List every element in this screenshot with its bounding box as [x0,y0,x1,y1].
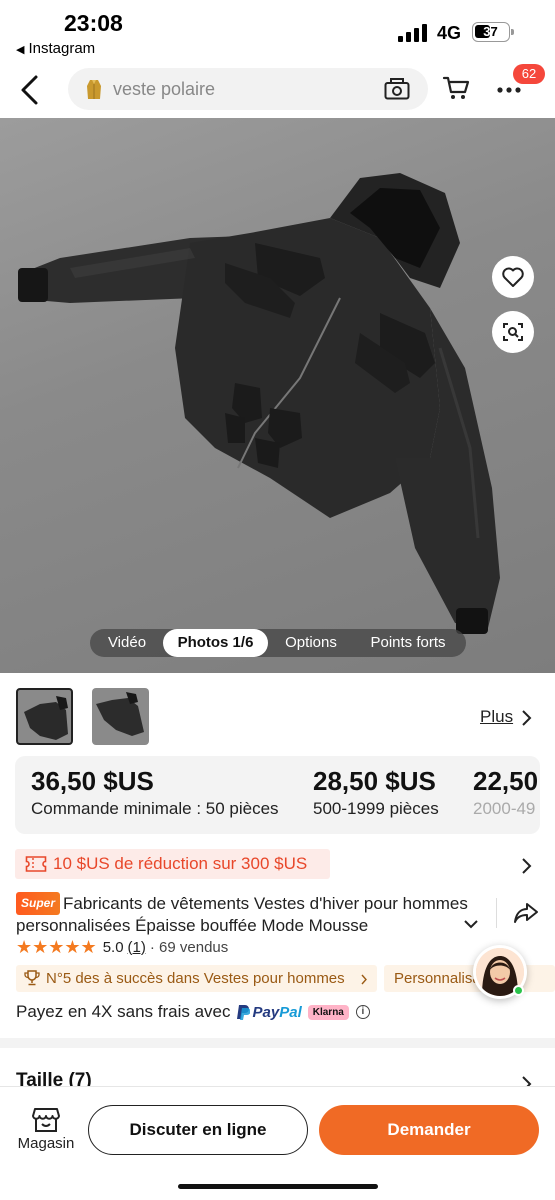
request-quote-button[interactable]: Demander [319,1105,539,1155]
bestseller-rank-text: N°5 des à succès dans Vestes pour hommes [46,970,345,987]
paypal-icon [236,1005,250,1020]
back-chevron-icon[interactable] [16,74,46,106]
home-indicator [178,1184,378,1189]
paypal-pal-text: Pal [279,1003,302,1021]
price-tier-1: 36,50 $US Commande minimale : 50 pièces [31,766,279,819]
chevron-right-icon[interactable] [520,709,532,727]
chevron-down-icon[interactable] [463,918,479,930]
coupon-text: 10 $US de réduction sur 300 $US [53,854,308,873]
search-header: veste polaire 62 [0,62,555,118]
sold-count: · 69 vendus [149,938,229,956]
divider [496,898,497,928]
search-input[interactable]: veste polaire [68,68,428,110]
chevron-right-icon[interactable] [520,857,532,875]
search-placeholder: veste polaire [113,79,216,99]
more-photos-link[interactable]: Plus [480,707,513,727]
live-agent-avatar[interactable] [473,945,527,999]
super-badge: Super [16,892,61,915]
star-rating-icon: ★★★★★ [16,936,97,957]
online-status-indicator [513,985,524,996]
paypal-pay-text: Pay [252,1003,280,1021]
section-divider [0,1038,555,1048]
share-icon[interactable] [513,901,539,925]
bottom-action-bar: Magasin Discuter en ligne Demander [0,1086,555,1200]
thumbnail-strip: Plus [0,673,555,753]
bestseller-rank-chip[interactable]: N°5 des à succès dans Vestes pour hommes [16,965,377,992]
tab-options[interactable]: Options [276,629,346,657]
store-button[interactable]: Magasin [14,1107,78,1152]
cart-count-badge: 62 [513,64,545,84]
cart-icon[interactable] [442,74,470,102]
price-value: 36,50 $US [31,766,154,796]
battery-level: 37 [483,24,498,39]
network-type: 4G [437,23,462,43]
price-tiers: 36,50 $US Commande minimale : 50 pièces … [15,756,540,834]
klarna-logo: Klarna [307,1004,349,1020]
battery-icon: 37 [472,22,514,42]
store-label: Magasin [17,1135,75,1152]
product-title-text: Fabricants de vêtements Vestes d'hiver p… [16,894,468,935]
payment-text: Payez en 4X sans frais avec [16,1002,231,1021]
back-to-app-link[interactable]: ◀ Instagram [16,40,95,57]
back-triangle-icon: ◀ [16,44,25,56]
back-app-label: Instagram [28,40,96,57]
status-bar: 23:08 ◀ Instagram 4G 37 [0,0,555,62]
product-title: Super Fabricants de vêtements Vestes d'hi… [16,892,486,936]
price-value: 28,50 $US [313,766,436,796]
price-quantity: 500-1999 pièces [313,799,439,818]
paypal-logo: Pay Pal [236,1004,302,1021]
trophy-icon [24,970,40,986]
customization-chip[interactable]: Personnalisation [384,965,555,992]
price-tier-3: 22,50 2000-49 [473,766,538,819]
store-icon [32,1108,60,1132]
price-quantity: Commande minimale : 50 pièces [31,799,279,818]
tab-video[interactable]: Vidéo [98,629,156,657]
review-count-link[interactable]: (1) [128,939,146,956]
thumbnail-2[interactable] [92,688,149,745]
visual-search-button[interactable] [492,311,534,353]
media-tabs: Vidéo Photos 1/6 Options Points forts [90,629,466,657]
coupon-icon [25,856,47,872]
product-image[interactable] [0,118,555,673]
rating-row: ★★★★★ 5.0 (1) · 69 vendus [16,937,228,957]
heart-icon [502,267,524,287]
chat-online-button[interactable]: Discuter en ligne [88,1105,308,1155]
signal-icon [398,24,427,42]
chevron-right-icon [361,974,367,985]
jacket-photo [18,173,500,634]
search-thumbnail-icon [87,80,101,99]
payment-row[interactable]: Payez en 4X sans frais avec Pay Pal Klarn… [16,1001,370,1023]
coupon-banner[interactable]: 10 $US de réduction sur 300 $US [15,849,330,879]
price-value: 22,50 [473,766,539,796]
price-tier-2: 28,50 $US 500-1999 pièces [313,766,439,819]
tab-photos[interactable]: Photos 1/6 [163,629,268,657]
info-icon[interactable]: i [355,1005,370,1019]
thumbnail-1[interactable] [16,688,73,745]
price-quantity: 2000-49 [473,799,536,818]
clock: 23:08 [64,10,123,36]
lens-search-icon [503,323,523,341]
camera-search-icon[interactable] [384,78,410,100]
favorite-button[interactable] [492,256,534,298]
rating-value: 5.0 [102,938,124,956]
tab-highlights[interactable]: Points forts [358,629,458,657]
